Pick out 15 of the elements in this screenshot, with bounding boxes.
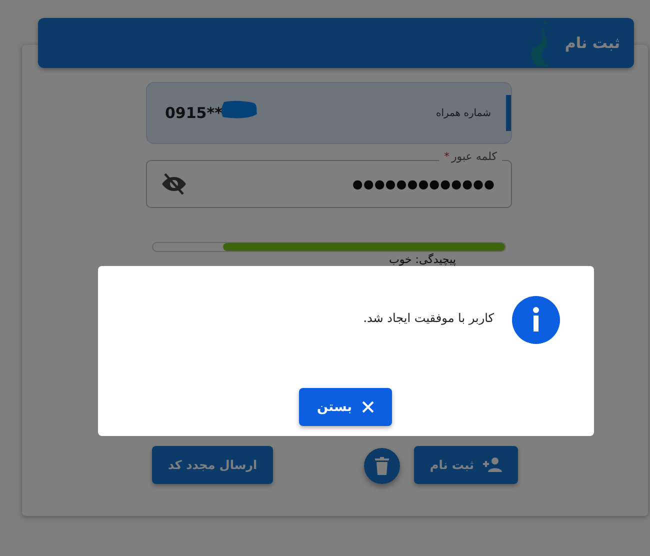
info-icon xyxy=(512,296,560,344)
field-label: کلمه عبور xyxy=(451,150,497,163)
close-icon xyxy=(362,401,374,413)
resend-code-button[interactable]: ارسال مجدد کد xyxy=(152,446,274,484)
eye-slash-icon[interactable] xyxy=(161,173,187,195)
register-button[interactable]: ثبت نام xyxy=(414,446,518,484)
add-user-icon xyxy=(482,457,502,473)
trash-icon xyxy=(374,457,389,475)
dialog-message: کاربر با موفقیت ایجاد شد. xyxy=(363,311,494,325)
required-mark: * xyxy=(444,150,450,163)
delete-button[interactable] xyxy=(364,448,400,484)
close-button[interactable]: بستن xyxy=(299,388,392,426)
page-title: ثبت نام xyxy=(564,34,620,52)
strength-label: پیچیدگی: خوب xyxy=(388,253,457,266)
redaction-mark xyxy=(220,100,258,120)
